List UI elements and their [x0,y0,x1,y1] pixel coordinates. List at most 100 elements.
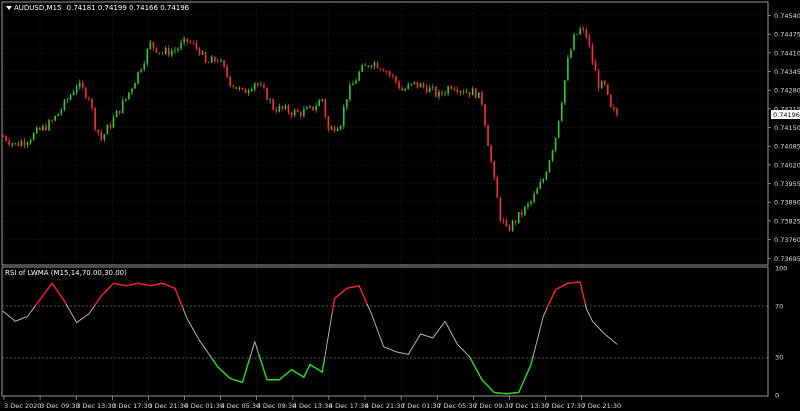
candle-body [385,71,388,72]
candle-body [438,91,440,97]
candle-body [8,140,10,145]
candle-body [32,132,35,140]
candle-body [51,120,53,121]
candle-body [606,84,609,95]
rsi-segment [583,299,586,305]
current-price-label: 0.74196 [773,111,800,119]
price-tick-label: 0.74410 [774,49,800,57]
candle-body [342,107,345,126]
candle-body [333,126,336,132]
candle-body [478,92,480,98]
candle-body [241,87,244,90]
candle-body [524,206,526,215]
chart-background [0,0,800,411]
candle-body [48,120,50,131]
candle-body [545,172,548,180]
candle-body [373,62,376,66]
candle-body [143,63,146,70]
candle-body [349,85,351,100]
candle-body [573,34,575,50]
candle-body [419,83,422,88]
candle-body [318,100,321,107]
candle-body [588,37,591,46]
candle-body [112,117,115,128]
price-tick-label: 0.74540 [774,12,800,20]
candle-body [198,48,201,55]
time-tick-label: 3 Dec 13:30 [76,402,116,410]
candle-body [490,145,492,162]
candle-body [82,82,84,88]
candle-body [250,89,253,92]
candle-body [223,60,225,67]
candle-body [146,49,149,64]
candle-body [158,52,161,54]
candle-body [591,45,594,63]
candle-body [192,42,195,44]
candle-body [171,50,173,56]
candle-body [576,34,578,35]
candle-body [496,177,499,198]
candle-body [315,106,317,111]
candle-body [459,91,462,93]
candle-body [23,141,26,145]
candle-body [29,139,32,143]
candle-body [585,29,588,38]
candle-body [229,76,231,86]
candle-body [85,87,87,98]
candle-body [312,106,314,111]
candle-body [450,86,453,89]
candle-body [287,105,290,113]
candle-body [69,94,72,100]
candle-body [474,88,477,98]
candle-body [471,88,474,96]
candle-body [560,102,563,121]
candle-body [395,76,397,82]
candle-body [597,70,600,89]
time-tick-label: 7 Dec 05:30 [437,402,477,410]
rsi-tick-label: 100 [775,265,787,273]
price-tick-label: 0.74085 [774,143,800,151]
candle-body [456,89,459,93]
candle-body [379,68,382,70]
candle-body [517,212,520,223]
candle-body [290,112,293,116]
candle-body [303,109,305,117]
candle-body [26,142,29,145]
candle-body [269,99,271,101]
trading-chart[interactable]: AUDUSD,M15 0.74181 0.74199 0.74166 0.741… [0,0,800,411]
candle-body [207,62,210,64]
candle-body [432,86,434,88]
candle-body [539,182,542,189]
indicator-title: RSI of LWMA (M15,14,70.00,30.00) [5,269,127,277]
candle-body [339,125,342,129]
candle-body [204,52,207,63]
candle-body [186,38,188,42]
candle-body [2,136,4,137]
candle-body [201,52,204,55]
candle-body [164,48,167,54]
candle-body [103,134,106,140]
candle-body [100,132,103,140]
candle-body [149,42,152,50]
candle-body [299,112,302,117]
candle-body [533,193,535,202]
candle-body [364,65,367,66]
candle-body [152,42,155,48]
candle-body [39,127,41,130]
candle-body [484,104,486,126]
candle-body [527,203,529,207]
candle-body [14,143,17,144]
candle-body [600,81,603,89]
candle-body [293,110,296,116]
candle-body [238,87,241,90]
candle-body [453,88,456,90]
candle-body [35,127,38,133]
price-tick-label: 0.74150 [774,124,800,132]
candle-body [78,82,81,87]
candle-body [97,129,99,133]
candle-body [309,106,311,108]
candle-body [579,28,581,35]
candle-body [422,83,425,87]
candle-body [499,197,502,221]
candle-body [548,160,551,173]
